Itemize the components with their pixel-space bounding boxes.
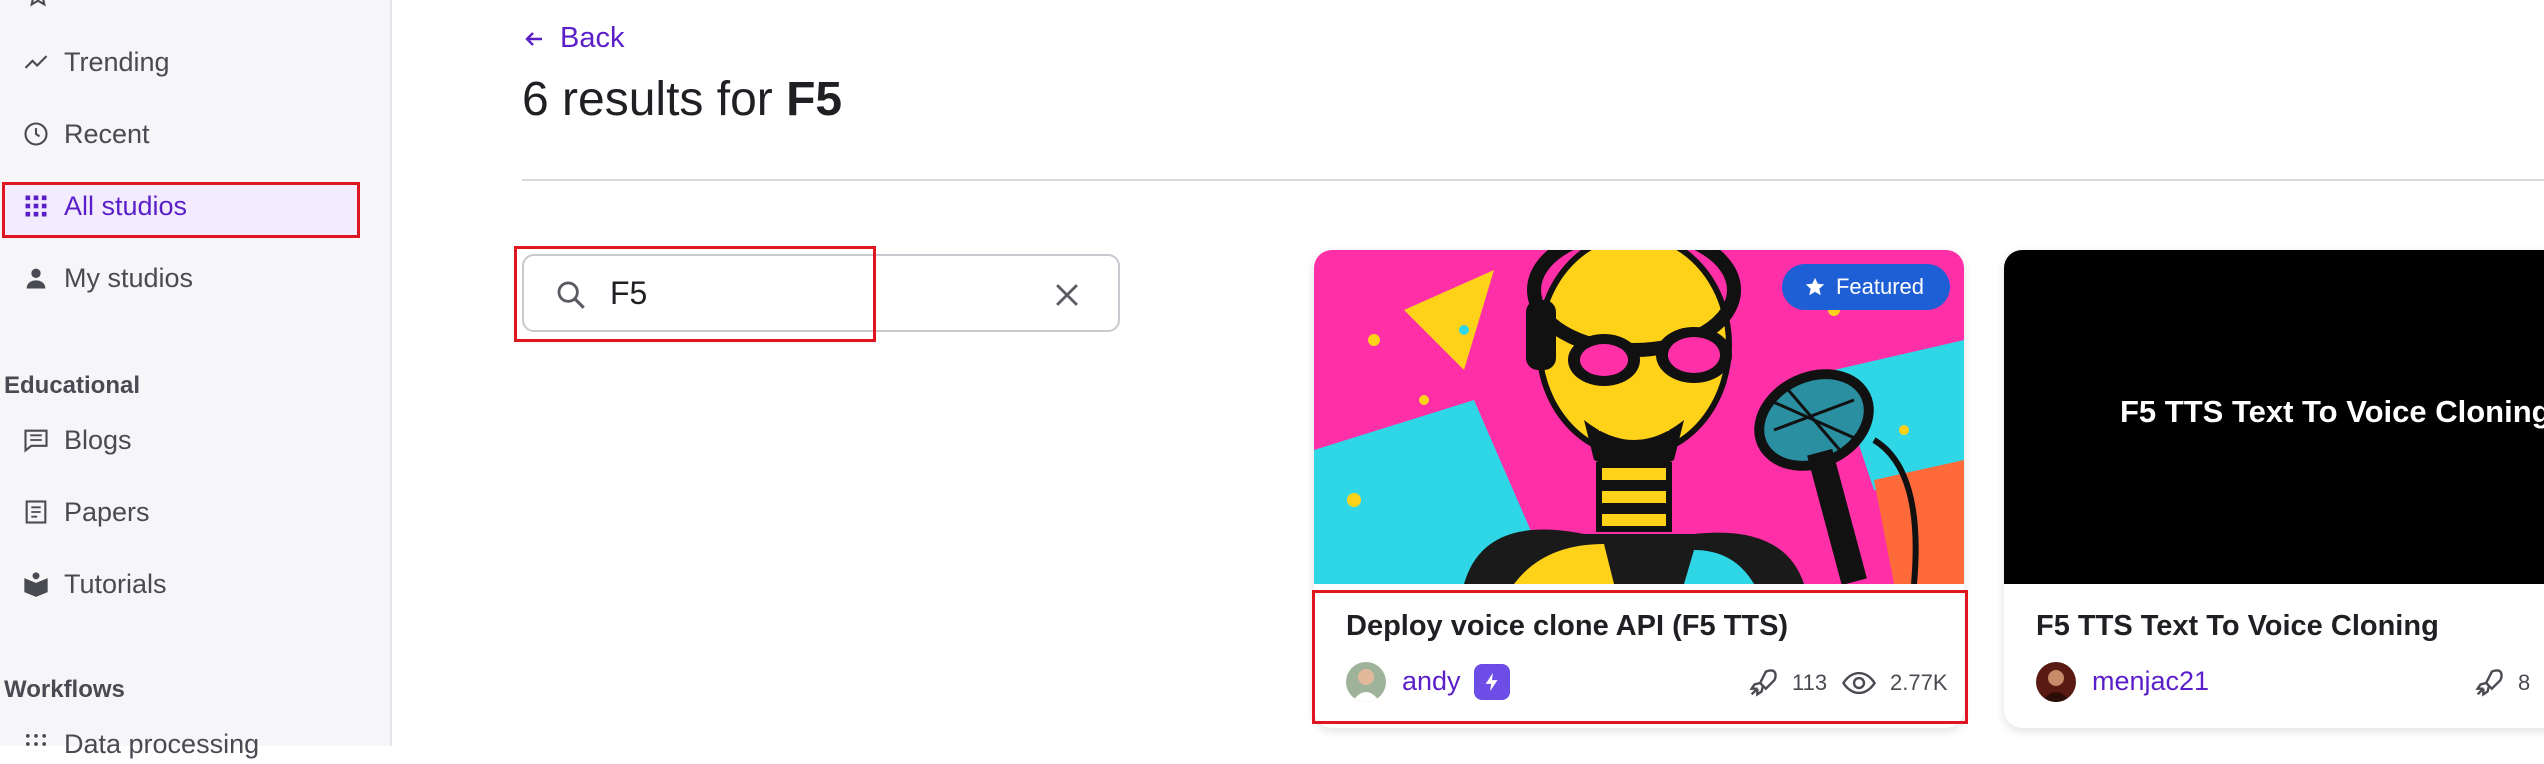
sidebar-item-label: Data processing — [64, 728, 260, 759]
card-meta: andy 113 2.77K — [1346, 660, 1948, 704]
sidebar-item-recent[interactable]: Recent — [22, 114, 150, 154]
sidebar-item-trending[interactable]: Trending — [22, 42, 170, 82]
star-icon — [30, 0, 46, 7]
sidebar-item-label: All studios — [64, 190, 188, 221]
sidebar-item-papers[interactable]: Papers — [22, 492, 150, 532]
card-title[interactable]: F5 TTS Text To Voice Cloning — [2036, 610, 2439, 643]
trending-icon — [24, 55, 48, 69]
featured-badge: Featured — [1781, 264, 1950, 310]
sidebar-item-my-studios[interactable]: My studios — [22, 258, 193, 298]
sidebar-item-label: Recent — [64, 118, 150, 149]
author-link[interactable]: menjac21 — [2092, 666, 2209, 697]
section-heading-workflows: Workflows — [4, 676, 125, 703]
deploy-count-value: 8 — [2518, 670, 2531, 695]
sidebar-item-blogs[interactable]: Blogs — [22, 420, 132, 460]
eye-icon — [1842, 671, 1876, 695]
back-label: Back — [560, 22, 625, 54]
results-prefix: 6 results for — [522, 73, 773, 126]
sidebar-item-label: Trending — [64, 46, 170, 77]
avatar[interactable] — [2036, 662, 2076, 702]
sidebar-item-tutorials[interactable]: Tutorials — [22, 564, 167, 604]
grid-icon — [25, 195, 47, 217]
section-heading-educational: Educational — [4, 372, 141, 399]
bolt-badge — [1474, 664, 1510, 700]
sidebar-item-all-studios[interactable]: All studios — [22, 186, 187, 226]
sidebar-item-label: Blogs — [64, 424, 132, 455]
paper-icon — [25, 500, 47, 524]
sidebar-item-label: My studios — [64, 262, 194, 293]
user-icon — [26, 268, 46, 289]
sidebar: Trending Recent All studios My studios E… — [0, 0, 392, 759]
deploy-count: 8 — [2472, 666, 2530, 700]
deploy-count: 113 — [1746, 666, 1827, 700]
divider — [522, 179, 2544, 181]
book-icon — [24, 572, 48, 597]
arrow-left-icon — [525, 31, 542, 46]
card-thumbnail: F5 TTS Text To Voice Cloning — [2004, 250, 2544, 584]
featured-label: Featured — [1835, 274, 1924, 299]
studio-card[interactable]: Featured Deploy voice clone API (F5 TTS)… — [1314, 250, 1964, 728]
sidebar-item-label: Tutorials — [64, 568, 167, 599]
rocket-icon — [2475, 669, 2503, 697]
sidebar-item-data-processing[interactable]: Data processing — [22, 724, 259, 764]
card-meta: menjac21 8 — [2036, 660, 2532, 704]
avatar[interactable] — [1346, 662, 1386, 702]
deploy-count-value: 113 — [1792, 670, 1828, 695]
author-link[interactable]: andy — [1402, 666, 1461, 697]
dots-grid-icon — [25, 733, 47, 746]
studio-card[interactable]: F5 TTS Text To Voice Cloning F5 TTS Text… — [2004, 250, 2544, 728]
rocket-icon — [1749, 669, 1777, 697]
results-query: F5 — [786, 73, 843, 126]
blog-icon — [24, 429, 48, 453]
close-icon[interactable] — [1050, 278, 1084, 312]
card-thumbnail: Featured — [1314, 250, 1964, 584]
thumbnail-text: F5 TTS Text To Voice Cloning — [2120, 394, 2544, 429]
back-link[interactable]: Back — [522, 22, 624, 55]
star-icon — [1805, 277, 1825, 296]
page-title: 6 results for F5 — [522, 72, 842, 127]
view-count: 2.77K — [1840, 666, 1948, 700]
bolt-icon — [1485, 672, 1498, 692]
clock-icon — [24, 122, 48, 146]
sidebar-item-label: Papers — [64, 496, 150, 527]
card-title[interactable]: Deploy voice clone API (F5 TTS) — [1346, 610, 1788, 643]
view-count-value: 2.77K — [1890, 670, 1948, 695]
search-highlight — [514, 246, 876, 342]
